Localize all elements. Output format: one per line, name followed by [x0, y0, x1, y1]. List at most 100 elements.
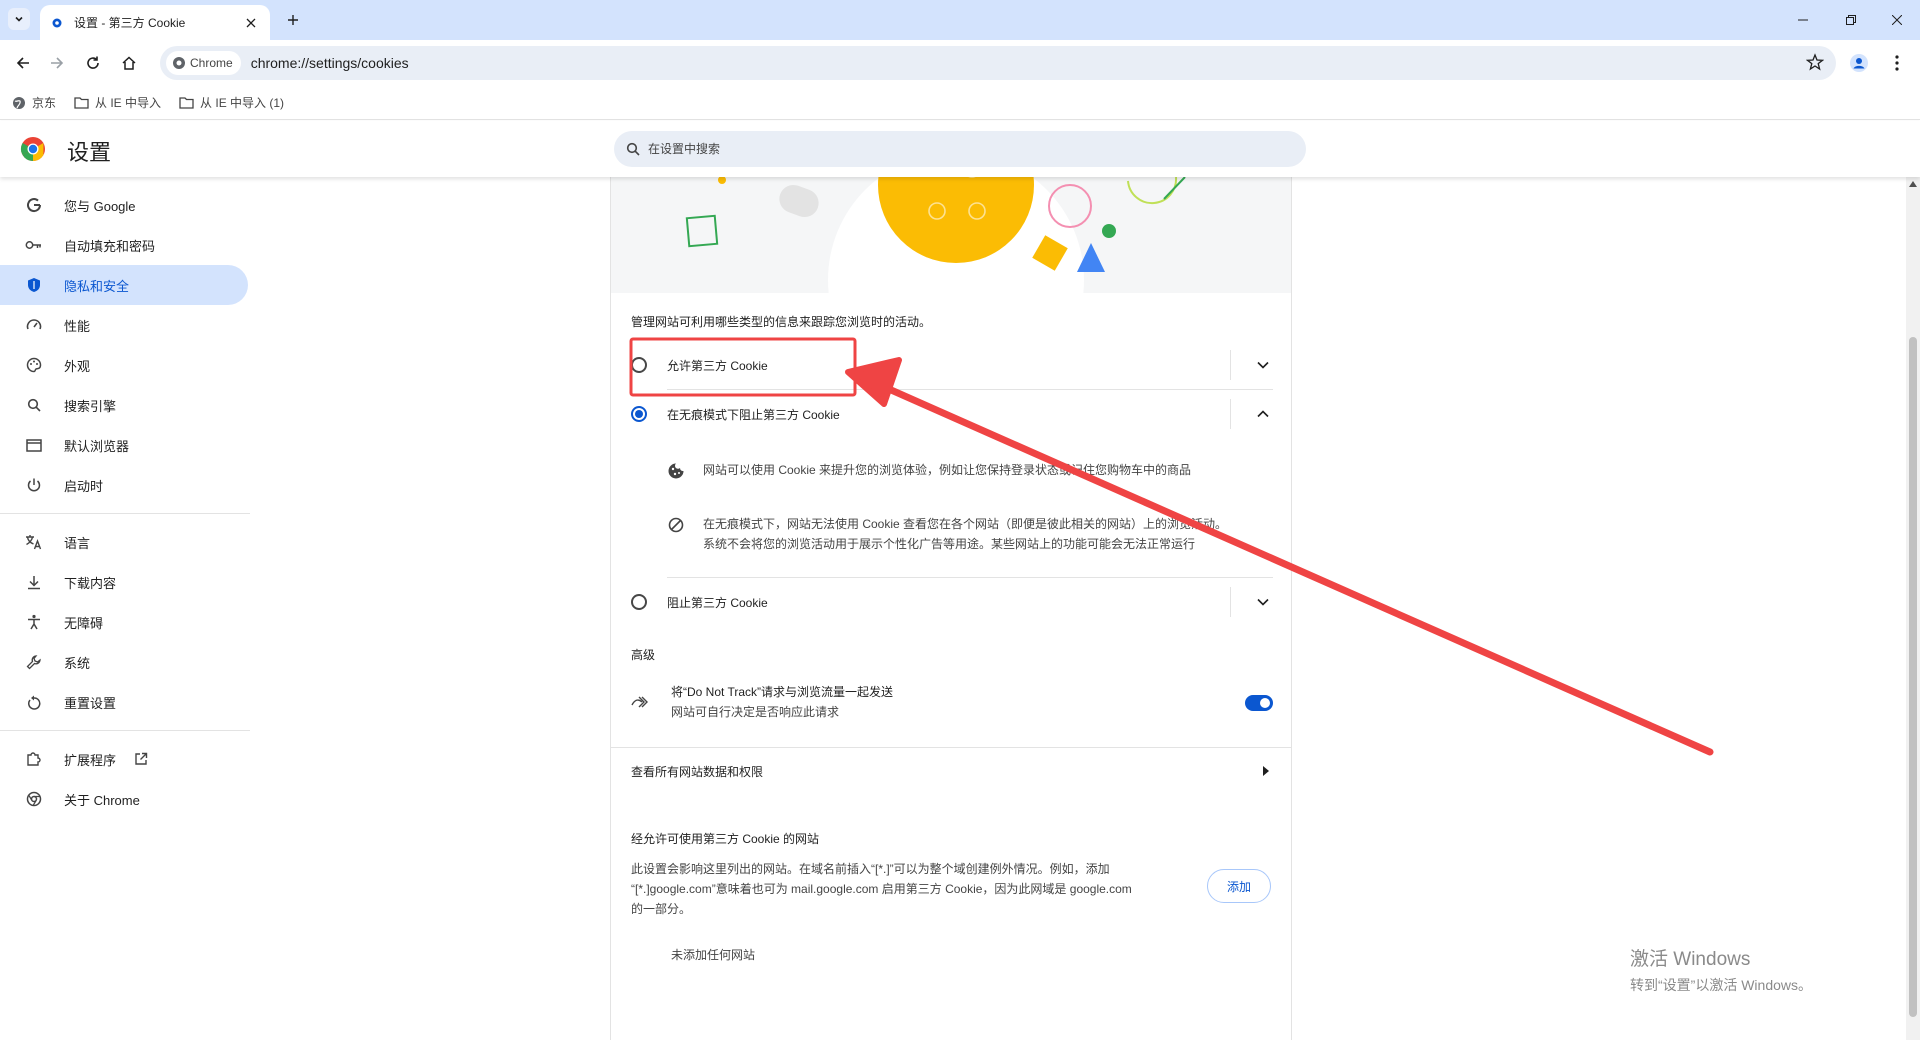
- empty-sites-text: 未添加任何网站: [671, 948, 756, 962]
- sidebar-item-languages[interactable]: 语言: [0, 522, 248, 562]
- restore-icon: [1846, 15, 1856, 25]
- sidebar-item-label: 关于 Chrome: [64, 792, 140, 808]
- windows-activation-watermark: 激活 Windows 转到“设置”以激活 Windows。: [1630, 944, 1812, 995]
- menu-button[interactable]: [1884, 50, 1910, 76]
- sidebar-item-label: 重置设置: [64, 695, 117, 711]
- forward-button[interactable]: [44, 50, 70, 76]
- description-line: “[*.]google.com”意味着也可为 mail.google.com 启…: [631, 882, 1132, 896]
- restore-button[interactable]: [1828, 0, 1874, 40]
- url-text[interactable]: chrome://settings/cookies: [251, 55, 409, 71]
- view-all-site-data-row[interactable]: 查看所有网站数据和权限: [611, 748, 1291, 794]
- watermark-subtitle: 转到“设置”以激活 Windows。: [1630, 977, 1813, 993]
- sidebar-item-label: 扩展程序: [64, 752, 117, 768]
- sidebar-item-privacy[interactable]: 隐私和安全: [0, 265, 248, 305]
- reload-button[interactable]: [80, 50, 106, 76]
- active-tab[interactable]: 设置 - 第三方 Cookie: [40, 5, 270, 40]
- close-tab-button[interactable]: [242, 14, 260, 32]
- star-icon: [1805, 53, 1825, 71]
- page-scrollbar[interactable]: [1906, 177, 1920, 1040]
- power-icon: [24, 475, 44, 495]
- tab-search-button[interactable]: [8, 8, 30, 30]
- expand-button[interactable]: [1253, 592, 1273, 612]
- arrow-right-icon: [1263, 766, 1269, 776]
- folder-icon: [179, 97, 194, 109]
- option-allow-third-party-cookies[interactable]: 允许第三方 Cookie: [611, 342, 1291, 388]
- minimize-button[interactable]: [1780, 0, 1826, 40]
- bookmark-star-button[interactable]: [1805, 53, 1825, 76]
- settings-sidebar: 您与 Google 自动填充和密码 隐私和安全 性能 外观 搜索引擎 默认浏览器…: [0, 185, 250, 819]
- cookie-illustration: [611, 177, 1291, 293]
- detail-text: 网站可以使用 Cookie 来提升您的浏览体验，例如让您保持登录状态或记住您购物…: [703, 463, 1192, 477]
- collapse-button[interactable]: [1253, 404, 1273, 424]
- radio-block-all[interactable]: [631, 594, 647, 610]
- puzzle-icon: [24, 749, 44, 769]
- sidebar-item-label: 启动时: [64, 478, 104, 494]
- radio-block-incognito[interactable]: [631, 406, 647, 422]
- radio-label: 在无痕模式下阻止第三方 Cookie: [667, 407, 840, 422]
- sidebar-item-label: 您与 Google: [64, 198, 136, 214]
- sidebar-item-accessibility[interactable]: 无障碍: [0, 602, 248, 642]
- scroll-up-arrow-icon[interactable]: [1909, 181, 1917, 187]
- expand-button[interactable]: [1253, 355, 1273, 375]
- dnt-toggle[interactable]: [1245, 695, 1273, 711]
- sidebar-item-extensions[interactable]: 扩展程序: [0, 739, 248, 779]
- divider: [667, 577, 1273, 578]
- sidebar-item-label: 搜索引擎: [64, 398, 117, 414]
- chevron-down-icon: [1257, 361, 1269, 369]
- add-site-button[interactable]: 添加: [1207, 869, 1271, 903]
- dnt-subtitle: 网站可自行决定是否响应此请求: [671, 705, 840, 719]
- search-icon: [626, 142, 640, 156]
- key-icon: [24, 235, 44, 255]
- settings-search[interactable]: [614, 131, 1306, 167]
- sidebar-item-label: 下载内容: [64, 575, 117, 591]
- sidebar-item-on-startup[interactable]: 启动时: [0, 465, 248, 505]
- divider: [667, 389, 1273, 390]
- sidebar-item-reset[interactable]: 重置设置: [0, 682, 248, 722]
- external-link-icon: [135, 752, 148, 765]
- block-icon: [668, 517, 684, 533]
- advanced-heading: 高级: [631, 648, 656, 662]
- option-block-third-party-cookies[interactable]: 阻止第三方 Cookie: [611, 579, 1291, 625]
- search-input[interactable]: [648, 142, 1248, 156]
- address-bar[interactable]: Chrome chrome://settings/cookies: [160, 46, 1836, 80]
- row-divider: [1230, 399, 1231, 429]
- close-window-button[interactable]: [1874, 0, 1920, 40]
- site-info-chip[interactable]: Chrome: [166, 51, 241, 75]
- row-divider: [1230, 350, 1231, 380]
- bookmark-item[interactable]: 京东: [12, 94, 56, 111]
- detail-cookies-usage: 网站可以使用 Cookie 来提升您的浏览体验，例如让您保持登录状态或记住您购物…: [667, 460, 1283, 480]
- profile-button[interactable]: [1846, 50, 1872, 76]
- wrench-icon: [24, 652, 44, 672]
- bookmark-label: 从 IE 中导入 (1): [200, 96, 285, 110]
- scrollbar-thumb[interactable]: [1909, 337, 1917, 1017]
- do-not-track-row[interactable]: 将“Do Not Track”请求与浏览流量一起发送 网站可自行决定是否响应此请…: [611, 677, 1291, 727]
- new-tab-button[interactable]: [282, 9, 304, 31]
- sidebar-item-downloads[interactable]: 下载内容: [0, 562, 248, 602]
- sidebar-item-autofill[interactable]: 自动填充和密码: [0, 225, 248, 265]
- close-icon: [1892, 15, 1902, 25]
- back-button[interactable]: [10, 50, 36, 76]
- folder-icon: [74, 97, 89, 109]
- bookmark-folder[interactable]: 从 IE 中导入: [74, 94, 161, 111]
- bookmark-label: 京东: [32, 96, 57, 110]
- sidebar-item-search-engine[interactable]: 搜索引擎: [0, 385, 248, 425]
- radio-allow[interactable]: [631, 357, 647, 373]
- allowed-sites-description: 此设置会影响这里列出的网站。在域名前插入“[*.]”可以为整个域创建例外情况。例…: [631, 859, 1132, 919]
- sidebar-item-about[interactable]: 关于 Chrome: [0, 779, 248, 819]
- translate-icon: [24, 532, 44, 552]
- home-button[interactable]: [116, 50, 142, 76]
- sidebar-item-default-browser[interactable]: 默认浏览器: [0, 425, 248, 465]
- sidebar-item-label: 隐私和安全: [64, 278, 130, 294]
- option-block-in-incognito[interactable]: 在无痕模式下阻止第三方 Cookie: [611, 391, 1291, 437]
- shield-icon: [24, 275, 44, 295]
- sidebar-item-you-and-google[interactable]: 您与 Google: [0, 185, 248, 225]
- sidebar-item-performance[interactable]: 性能: [0, 305, 248, 345]
- browser-window-icon: [24, 435, 44, 455]
- sidebar-item-appearance[interactable]: 外观: [0, 345, 248, 385]
- palette-icon: [24, 355, 44, 375]
- arrow-right-icon: [51, 57, 64, 69]
- watermark-title: 激活 Windows: [1630, 949, 1751, 970]
- bookmark-folder[interactable]: 从 IE 中导入 (1): [179, 94, 284, 111]
- sidebar-item-system[interactable]: 系统: [0, 642, 248, 682]
- site-chip-label: Chrome: [190, 56, 233, 70]
